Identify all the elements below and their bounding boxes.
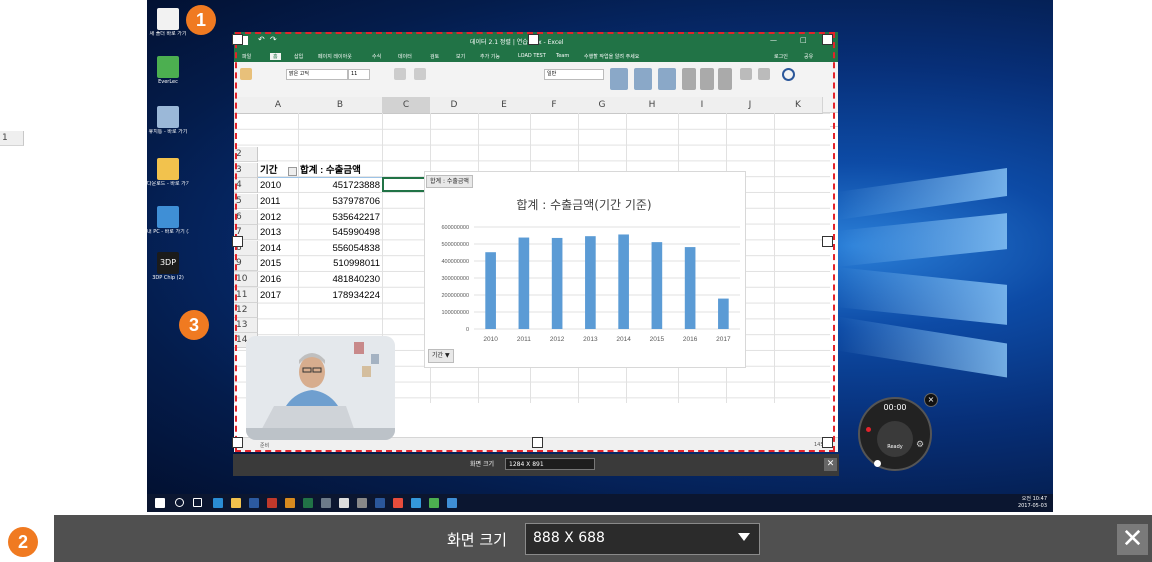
taskbar-clock[interactable]: 오전 10:47 2017-05-03: [1018, 496, 1047, 510]
excel-taskbar-icon[interactable]: [303, 498, 313, 508]
desktop-icon-label: 휴지통 - 바로 가기: [148, 129, 188, 135]
screen-size-value: 888 X 688: [533, 530, 605, 546]
app-icon[interactable]: [411, 498, 421, 508]
recorder-ready-button[interactable]: Ready: [877, 421, 913, 457]
start-icon[interactable]: [155, 498, 165, 508]
settings-gear-icon[interactable]: ⚙: [916, 440, 924, 450]
illustrator-icon[interactable]: [285, 498, 295, 508]
chevron-down-icon[interactable]: [738, 533, 750, 541]
resize-handle-right[interactable]: [822, 236, 833, 247]
resize-handle-top-left[interactable]: [232, 34, 243, 45]
close-icon[interactable]: ✕: [1117, 524, 1148, 555]
resize-handle-top-right[interactable]: [822, 34, 833, 45]
app-icon[interactable]: [321, 498, 331, 508]
explorer-icon[interactable]: [231, 498, 241, 508]
new-shortcut-icon[interactable]: 새 폴더 바로 가기: [147, 8, 189, 37]
step-badge-3: 3: [179, 310, 209, 340]
row-header[interactable]: 1: [0, 131, 24, 146]
recycle-bin-icon[interactable]: 휴지통 - 바로 가기: [147, 106, 189, 135]
word-icon[interactable]: [375, 498, 385, 508]
resize-handle-top[interactable]: [528, 34, 539, 45]
screen-size-label: 화면 크기: [447, 531, 507, 549]
record-dot-icon[interactable]: [866, 427, 871, 432]
resize-handle-left[interactable]: [232, 236, 243, 247]
search-icon[interactable]: [175, 498, 184, 507]
edge-icon[interactable]: [213, 498, 223, 508]
resize-handle-bottom-left[interactable]: [232, 437, 243, 448]
desktop-icon-label: 3DP Chip (2): [152, 275, 184, 281]
resize-handle-bottom[interactable]: [532, 437, 543, 448]
desktop-icon-label: 내 PC - 바로 가기 (2): [147, 229, 189, 235]
step-badge-1: 1: [186, 5, 216, 35]
mini-close-icon[interactable]: ✕: [824, 458, 837, 471]
slider-knob[interactable]: [874, 460, 881, 467]
recorder-close-icon[interactable]: ×: [924, 393, 938, 407]
recorder-timer: 00:00: [883, 403, 907, 412]
chrome-icon[interactable]: [393, 498, 403, 508]
task-view-icon[interactable]: [193, 498, 202, 507]
clock-time: 오전 10:47: [1021, 496, 1047, 502]
mini-size-select[interactable]: 1284 X 891: [505, 458, 595, 470]
app-icon[interactable]: [447, 498, 457, 508]
taskbar: 오전 10:47 2017-05-03: [147, 494, 1053, 512]
step-badge-2: 2: [8, 527, 38, 557]
clock-date: 2017-05-03: [1017, 503, 1047, 509]
3dp-icon[interactable]: 3DP 3DP Chip (2): [147, 252, 189, 281]
desktop-icon-label: EverLec: [158, 79, 178, 85]
desktop-icon-label: 다운로드 - 바로 가기 (2): [147, 181, 189, 187]
photoshop-icon[interactable]: [249, 498, 259, 508]
everlec-taskbar-icon[interactable]: [429, 498, 439, 508]
everlec-icon[interactable]: EverLec: [147, 56, 189, 85]
mini-size-label: 화면 크기: [470, 461, 494, 468]
downloads-icon[interactable]: 다운로드 - 바로 가기 (2): [147, 158, 189, 187]
app-icon[interactable]: [357, 498, 367, 508]
resize-handle-bottom-right[interactable]: [822, 437, 833, 448]
app-icon[interactable]: [267, 498, 277, 508]
desktop-icon-label: 새 폴더 바로 가기: [149, 31, 187, 37]
capture-region-frame[interactable]: [235, 32, 835, 452]
app-icon[interactable]: [339, 498, 349, 508]
this-pc-icon[interactable]: 내 PC - 바로 가기 (2): [147, 206, 189, 235]
